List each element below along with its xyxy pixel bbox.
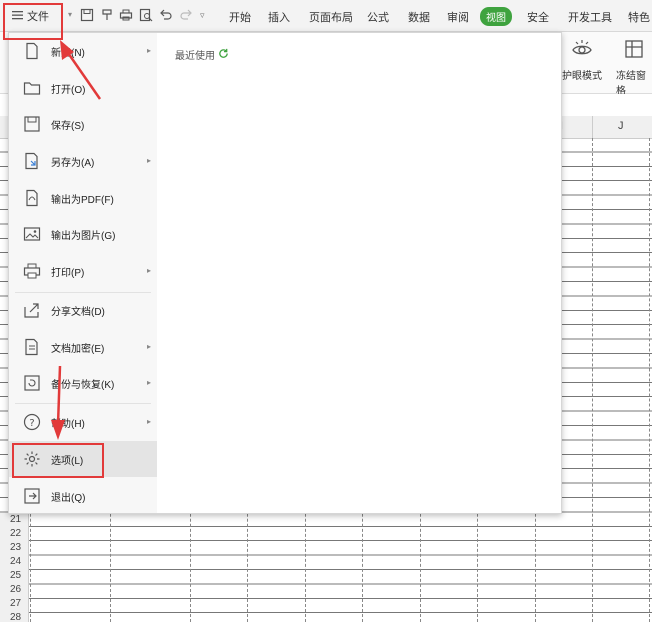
- row-header[interactable]: 26: [10, 584, 21, 595]
- menu-item-backup[interactable]: 备份与恢复(K) ▸: [9, 365, 157, 401]
- row-header[interactable]: 28: [10, 612, 21, 623]
- refresh-icon[interactable]: [218, 48, 229, 62]
- redo-icon[interactable]: [179, 8, 193, 22]
- share-icon: [23, 301, 41, 319]
- annotation-box-file: [3, 3, 63, 40]
- chevron-right-icon: ▸: [146, 46, 151, 55]
- menu-item-label: 打开(O): [51, 84, 86, 96]
- row-headers: 21 22 23 24 25 26 27 28: [0, 513, 29, 623]
- grid-line: [592, 138, 593, 622]
- undo-icon[interactable]: [159, 8, 173, 22]
- menu-item-save[interactable]: 保存(S): [9, 106, 157, 142]
- print-preview-icon[interactable]: [139, 8, 153, 22]
- format-painter-icon[interactable]: [100, 8, 114, 22]
- column-header-j[interactable]: J: [618, 120, 624, 132]
- pdf-icon: [23, 189, 41, 207]
- row-header[interactable]: 23: [10, 542, 21, 553]
- chevron-right-icon: ▸: [146, 266, 151, 275]
- svg-text:?: ?: [29, 418, 34, 429]
- tab-page-layout[interactable]: 页面布局: [309, 9, 353, 25]
- menu-item-print[interactable]: 打印(P) ▸: [9, 253, 157, 289]
- chevron-right-icon: ▸: [146, 417, 151, 426]
- menu-item-save-as[interactable]: 另存为(A) ▸: [9, 143, 157, 179]
- annotation-box-options: [12, 443, 104, 478]
- menubar: 文件 ▾ ▿ 开始 插入 页面布局 公式 数据 审阅 视图 安全 开发工具 特色: [0, 0, 652, 32]
- grid-line: [649, 138, 650, 622]
- lock-doc-icon: [23, 338, 41, 356]
- freeze-panes-button[interactable]: 冻结窗格: [616, 38, 652, 97]
- customize-toolbar-icon[interactable]: ▿: [200, 10, 205, 21]
- file-menu-panel: 新建(N) ▸ 打开(O) 保存(S) 另存为(A) ▸ 输出为PDF(F) 输…: [8, 32, 562, 514]
- menu-item-label: 备份与恢复(K): [51, 379, 115, 391]
- row-header[interactable]: 24: [10, 556, 21, 567]
- menu-item-export-pdf[interactable]: 输出为PDF(F): [9, 180, 157, 216]
- tab-special[interactable]: 特色: [628, 9, 650, 25]
- menu-item-export-image[interactable]: 输出为图片(G): [9, 216, 157, 252]
- chevron-down-icon[interactable]: ▾: [68, 10, 72, 19]
- exit-icon: [23, 487, 41, 505]
- menu-item-label: 文档加密(E): [51, 343, 105, 355]
- menu-item-label: 帮助(H): [51, 418, 85, 430]
- save-as-icon: [23, 152, 41, 170]
- freeze-panes-icon: [623, 38, 645, 67]
- menu-item-help[interactable]: ? 帮助(H) ▸: [9, 404, 157, 440]
- tab-formulas[interactable]: 公式: [367, 9, 389, 25]
- chevron-right-icon: ▸: [146, 156, 151, 165]
- save-icon[interactable]: [80, 8, 94, 22]
- help-icon: ?: [23, 413, 41, 431]
- eye-protection-button[interactable]: 护眼模式: [562, 38, 602, 82]
- menu-item-label: 输出为图片(G): [51, 230, 116, 242]
- tab-developer[interactable]: 开发工具: [568, 9, 612, 25]
- row-header[interactable]: 25: [10, 570, 21, 581]
- eye-icon: [571, 38, 593, 67]
- tab-security[interactable]: 安全: [527, 9, 549, 25]
- chevron-right-icon: ▸: [146, 342, 151, 351]
- row-header[interactable]: 21: [10, 514, 21, 525]
- menu-item-label: 退出(Q): [51, 492, 86, 504]
- freeze-panes-label: 冻结窗格: [616, 71, 646, 97]
- menu-item-exit[interactable]: 退出(Q): [9, 478, 157, 514]
- menu-item-label: 保存(S): [51, 120, 85, 132]
- tab-home[interactable]: 开始: [229, 9, 251, 25]
- recent-files-header: 最近使用: [175, 47, 229, 62]
- tab-view[interactable]: 视图: [480, 7, 512, 26]
- printer-icon: [23, 262, 41, 280]
- new-doc-icon: [23, 42, 41, 60]
- print-icon[interactable]: [119, 8, 133, 22]
- file-menu-list: 新建(N) ▸ 打开(O) 保存(S) 另存为(A) ▸ 输出为PDF(F) 输…: [9, 33, 157, 513]
- backup-icon: [23, 374, 41, 392]
- chevron-right-icon: ▸: [146, 378, 151, 387]
- tab-review[interactable]: 审阅: [447, 9, 469, 25]
- recent-files-label: 最近使用: [175, 51, 215, 62]
- image-icon: [23, 225, 41, 243]
- save-icon: [23, 115, 41, 133]
- tab-data[interactable]: 数据: [408, 9, 430, 25]
- tab-insert[interactable]: 插入: [268, 9, 290, 25]
- row-header[interactable]: 22: [10, 528, 21, 539]
- menu-item-label: 分享文档(D): [51, 306, 105, 318]
- menu-item-share[interactable]: 分享文档(D): [9, 292, 157, 328]
- menu-item-encrypt[interactable]: 文档加密(E) ▸: [9, 329, 157, 365]
- menu-item-label: 输出为PDF(F): [51, 194, 114, 206]
- menu-item-label: 打印(P): [51, 267, 85, 279]
- row-header[interactable]: 27: [10, 598, 21, 609]
- menu-item-label: 新建(N): [51, 47, 85, 59]
- menu-item-label: 另存为(A): [51, 157, 95, 169]
- menu-item-open[interactable]: 打开(O): [9, 70, 157, 106]
- eye-protection-label: 护眼模式: [562, 71, 602, 82]
- folder-icon: [23, 79, 41, 97]
